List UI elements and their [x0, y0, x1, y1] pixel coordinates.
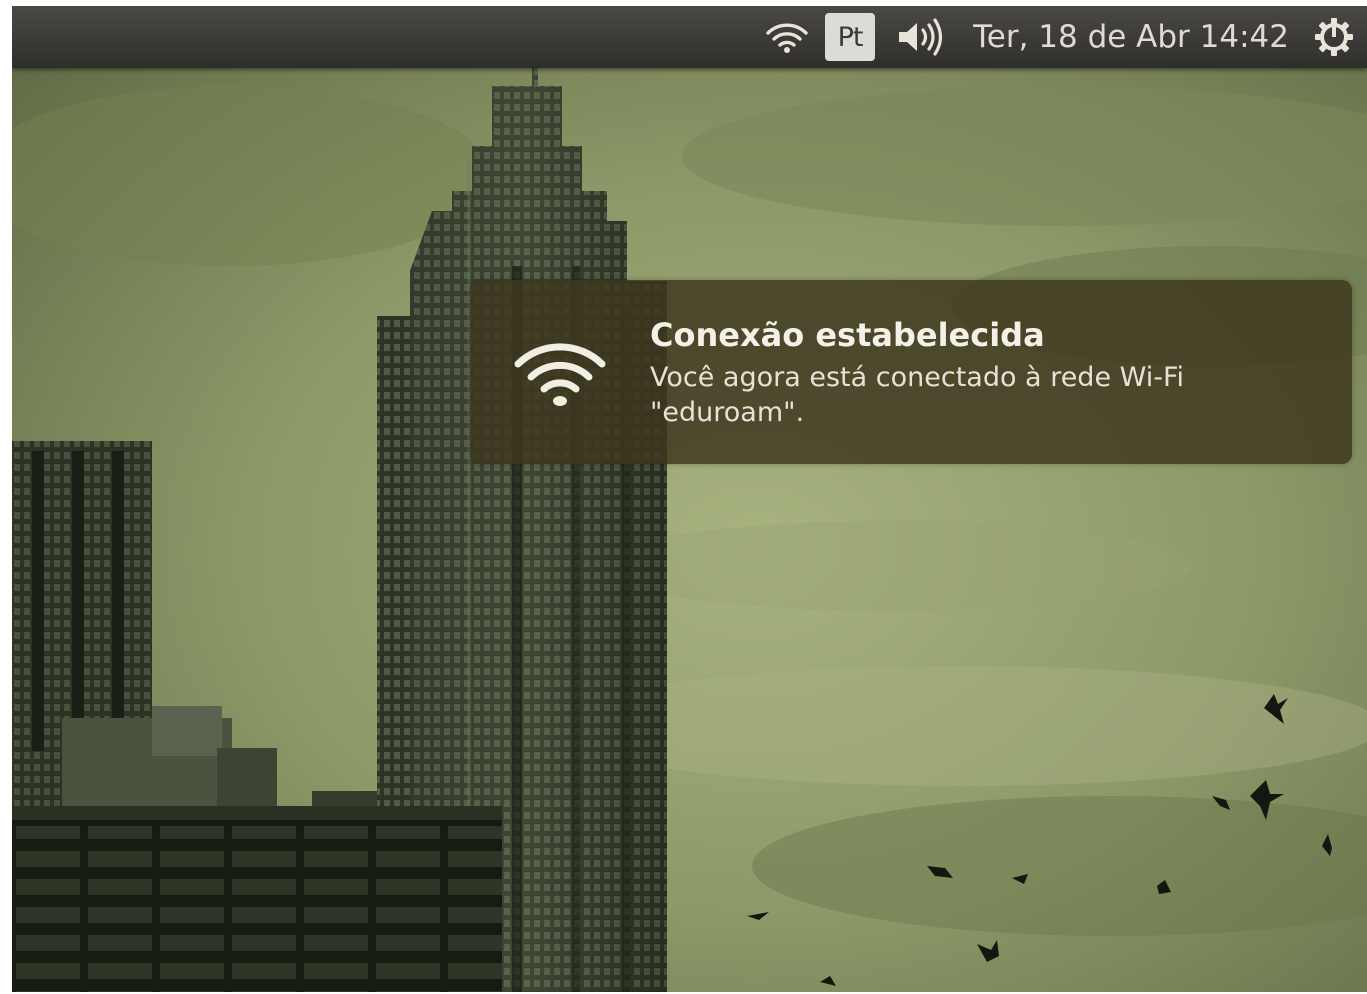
notification-body-line: "eduroam". — [650, 397, 805, 428]
sound-indicator[interactable] — [885, 6, 961, 68]
desktop: Pt Ter, 18 de Abr 14:42 Conexão estabele… — [12, 6, 1367, 992]
wallpaper — [12, 6, 1367, 992]
keyboard-layout-indicator[interactable]: Pt — [815, 6, 885, 68]
session-menu[interactable] — [1305, 6, 1367, 68]
gear-power-icon — [1315, 18, 1353, 56]
speaker-volume-icon — [899, 18, 943, 56]
clock-indicator[interactable]: Ter, 18 de Abr 14:42 — [961, 6, 1305, 68]
wifi-signal-icon — [514, 343, 606, 406]
notification-body-line: Você agora está conectado à rede Wi-Fi — [650, 362, 1185, 393]
keyboard-layout-label: Pt — [825, 13, 876, 61]
notification-bubble: Conexão estabelecida Você agora está con… — [470, 280, 1352, 464]
top-panel: Pt Ter, 18 de Abr 14:42 — [12, 6, 1367, 68]
wifi-signal-icon — [766, 23, 808, 53]
notification-body: Você agora está conectado à rede Wi-Fi "… — [650, 360, 1290, 430]
network-indicator[interactable] — [759, 6, 815, 68]
notification-title: Conexão estabelecida — [650, 316, 1045, 354]
